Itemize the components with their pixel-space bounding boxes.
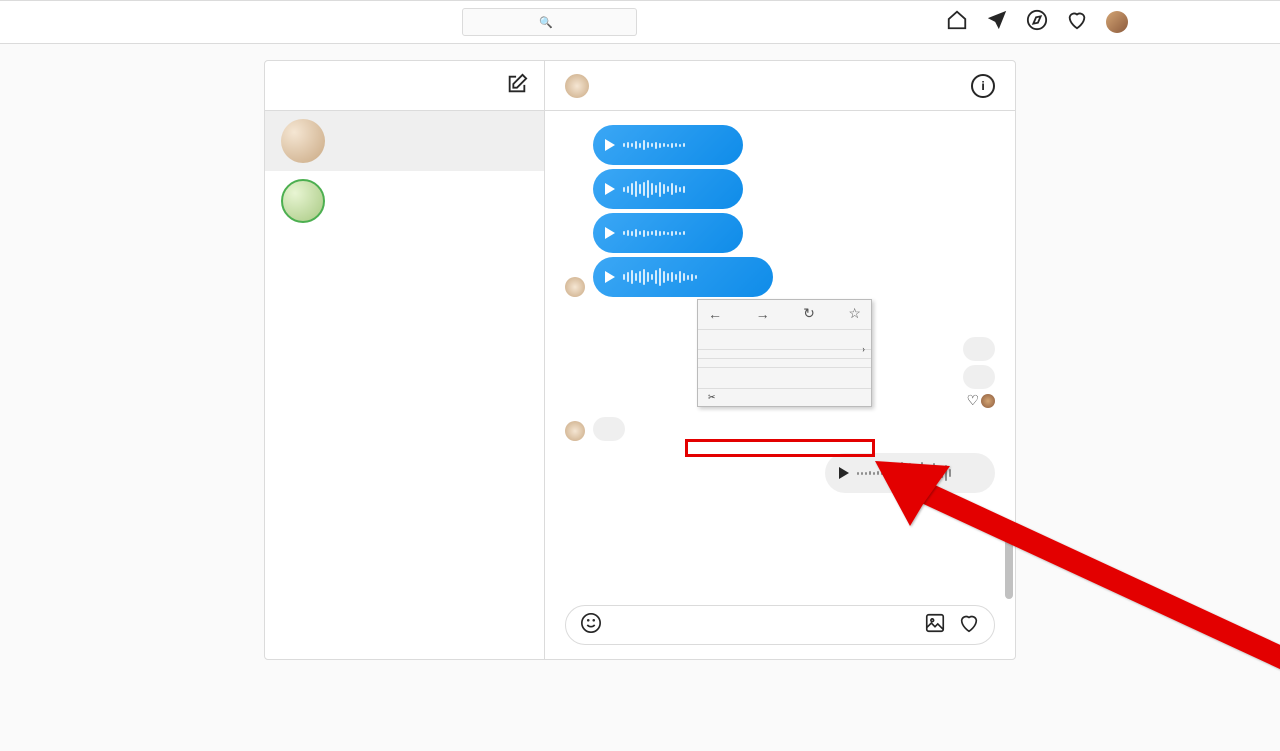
- scrollbar[interactable]: [1005, 171, 1013, 599]
- message-avatar: [565, 277, 585, 297]
- conversation-avatar: [281, 179, 325, 223]
- conversation-item[interactable]: [265, 171, 544, 231]
- activity-icon[interactable]: [1066, 9, 1088, 35]
- play-icon[interactable]: [605, 227, 615, 239]
- conversation-avatar: [281, 119, 325, 163]
- context-menu-item[interactable]: [698, 360, 871, 366]
- play-icon[interactable]: [605, 183, 615, 195]
- conversation-item[interactable]: [265, 111, 544, 171]
- image-icon[interactable]: [924, 612, 946, 638]
- context-menu-item[interactable]: ›: [698, 342, 871, 348]
- context-menu-item-inspect[interactable]: [698, 381, 871, 387]
- context-menu: ← → ↻ ☆ › ✂: [697, 299, 872, 407]
- search-input[interactable]: 🔍: [462, 8, 637, 36]
- context-menu-item[interactable]: ✂: [698, 390, 871, 406]
- conversations-sidebar: [265, 61, 545, 659]
- bookmark-icon[interactable]: ☆: [848, 306, 861, 323]
- info-icon[interactable]: i: [971, 74, 995, 98]
- top-navbar: 🔍: [0, 0, 1280, 44]
- emoji-icon[interactable]: [580, 612, 602, 638]
- search-icon: 🔍: [539, 16, 553, 29]
- play-icon[interactable]: [839, 467, 849, 479]
- like-icon[interactable]: [958, 612, 980, 638]
- direct-container: i ♡: [264, 60, 1016, 660]
- voice-message-incoming[interactable]: [593, 125, 743, 165]
- back-icon[interactable]: ←: [708, 306, 722, 323]
- heart-icon: ♡: [966, 393, 979, 409]
- voice-message-incoming[interactable]: [593, 213, 743, 253]
- highlight-box: [685, 439, 875, 457]
- voice-message-incoming[interactable]: [593, 169, 743, 209]
- message-avatar: [565, 421, 585, 441]
- play-icon[interactable]: [605, 271, 615, 283]
- chat-header-avatar[interactable]: [565, 74, 589, 98]
- text-message-incoming[interactable]: [593, 417, 625, 441]
- reload-icon[interactable]: ↻: [803, 306, 815, 323]
- voice-message-outgoing[interactable]: [825, 453, 995, 493]
- seen-avatar: [981, 394, 995, 408]
- home-icon[interactable]: [946, 9, 968, 35]
- text-message-outgoing[interactable]: [963, 337, 995, 361]
- play-icon[interactable]: [605, 139, 615, 151]
- voice-message-incoming[interactable]: [593, 257, 773, 297]
- profile-avatar[interactable]: [1106, 11, 1128, 33]
- message-input[interactable]: [614, 617, 912, 633]
- explore-icon[interactable]: [1026, 9, 1048, 35]
- forward-icon[interactable]: →: [756, 306, 770, 323]
- compose-icon[interactable]: [506, 73, 528, 99]
- scroll-thumb[interactable]: [1005, 539, 1013, 599]
- direct-icon[interactable]: [986, 9, 1008, 35]
- message-composer: [545, 591, 1015, 659]
- text-message-outgoing[interactable]: [963, 365, 995, 389]
- context-menu-item: [698, 351, 871, 357]
